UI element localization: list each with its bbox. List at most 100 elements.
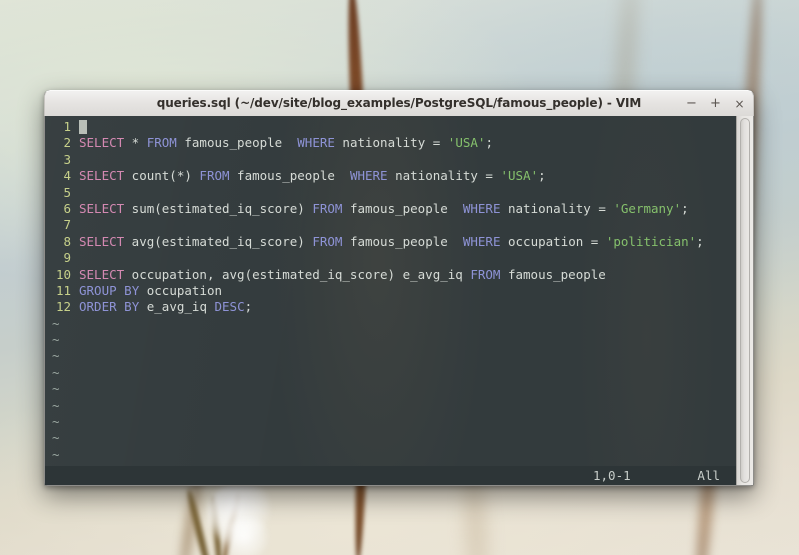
- code-token: BY: [124, 299, 140, 315]
- empty-line-marker-row: ~: [45, 316, 736, 332]
- code-line[interactable]: 2 SELECT * FROM famous_people WHERE natio…: [45, 135, 736, 151]
- maximize-icon[interactable]: +: [709, 97, 722, 111]
- tilde-icon: ~: [52, 332, 60, 348]
- wallpaper-snow-clump-2: [224, 518, 268, 555]
- code-token: ORDER: [79, 299, 117, 315]
- code-line[interactable]: 11 GROUP BY occupation: [45, 283, 736, 299]
- line-number: 1: [63, 119, 71, 134]
- scrollbar-thumb[interactable]: [740, 118, 750, 483]
- code-token: ;: [681, 200, 689, 216]
- code-token: 'Germany': [613, 200, 682, 216]
- empty-line-marker-row: ~: [45, 430, 736, 446]
- code-line[interactable]: 5: [45, 185, 736, 201]
- code-token: FROM: [470, 266, 501, 282]
- line-number: 6: [63, 200, 71, 216]
- code-token: *: [124, 135, 147, 151]
- code-token: famous_people: [176, 135, 298, 151]
- vertical-scrollbar[interactable]: [736, 116, 753, 485]
- code-token: SELECT: [79, 135, 125, 151]
- line-number: 9: [63, 250, 71, 266]
- code-token: SELECT: [79, 168, 125, 184]
- statusline-position: All: [697, 468, 720, 483]
- code-token: FROM: [146, 135, 177, 151]
- window-title: queries.sql (~/dev/site/blog_examples/Po…: [156, 96, 642, 110]
- code-token: occupation: [139, 282, 223, 298]
- vim-statusline: 1,0-1 All: [45, 466, 736, 485]
- window-titlebar[interactable]: queries.sql (~/dev/site/blog_examples/Po…: [44, 90, 754, 116]
- code-token: FROM: [312, 233, 343, 249]
- line-number: 3: [63, 151, 71, 167]
- code-token: SELECT: [79, 200, 125, 216]
- code-token: 'politician': [605, 233, 697, 249]
- statusline-ruler: 1,0-1: [593, 468, 631, 483]
- code-token: WHERE: [462, 233, 501, 249]
- code-token: FROM: [312, 200, 343, 216]
- minimize-icon[interactable]: −: [685, 97, 698, 111]
- code-line[interactable]: 12 ORDER BY e_avg_iq DESC;: [45, 299, 736, 315]
- code-token: occupation, avg(estimated_iq_score) e_av…: [124, 266, 471, 282]
- code-token: DESC: [214, 299, 245, 315]
- empty-line-marker-row: ~: [45, 398, 736, 414]
- empty-line-marker-row: ~: [45, 414, 736, 430]
- code-token: nationality =: [334, 135, 448, 151]
- desktop: queries.sql (~/dev/site/blog_examples/Po…: [0, 0, 799, 555]
- code-token: GROUP: [79, 282, 117, 298]
- code-token: famous_people: [342, 233, 463, 249]
- code-token: SELECT: [79, 266, 125, 282]
- empty-line-marker-row: ~: [45, 365, 736, 381]
- line-number: 12: [55, 299, 71, 315]
- vim-editor-body[interactable]: 1 2 SELECT * FROM famous_people WHERE nati…: [44, 116, 754, 486]
- code-token: occupation =: [500, 233, 606, 249]
- line-number: 2: [63, 135, 71, 151]
- empty-line-marker-row: ~: [45, 348, 736, 364]
- line-number: 11: [55, 282, 71, 298]
- code-token: FROM: [199, 168, 230, 184]
- code-line[interactable]: 4 SELECT count(*) FROM famous_people WHER…: [45, 168, 736, 184]
- code-token: WHERE: [462, 200, 501, 216]
- code-token: 'USA': [447, 135, 486, 151]
- code-line[interactable]: 10 SELECT occupation, avg(estimated_iq_sc…: [45, 267, 736, 283]
- empty-line-marker-row: ~: [45, 381, 736, 397]
- code-token: ;: [244, 299, 253, 315]
- code-token: famous_people: [500, 266, 606, 282]
- tilde-icon: ~: [52, 348, 60, 364]
- code-token: sum(estimated_iq_score): [124, 200, 313, 216]
- code-line[interactable]: 8 SELECT avg(estimated_iq_score) FROM fam…: [45, 234, 736, 250]
- code-token: WHERE: [349, 168, 388, 184]
- line-number: 5: [63, 184, 71, 200]
- code-token: famous_people: [342, 200, 463, 216]
- tilde-icon: ~: [52, 446, 60, 462]
- code-line[interactable]: 3: [45, 152, 736, 168]
- code-token: ;: [696, 233, 704, 249]
- vim-window[interactable]: queries.sql (~/dev/site/blog_examples/Po…: [44, 90, 754, 486]
- line-number: 8: [63, 233, 71, 249]
- empty-line-marker-row: ~: [45, 332, 736, 348]
- code-token: avg(estimated_iq_score): [124, 233, 313, 249]
- code-token: e_avg_iq: [139, 299, 215, 315]
- text-cursor: [79, 120, 87, 134]
- empty-line-marker-row: ~: [45, 447, 736, 463]
- tilde-icon: ~: [52, 414, 60, 430]
- code-token: famous_people: [229, 168, 350, 184]
- code-line[interactable]: 6 SELECT sum(estimated_iq_score) FROM fam…: [45, 201, 736, 217]
- tilde-icon: ~: [52, 315, 60, 331]
- line-number: 7: [63, 217, 71, 233]
- code-token: nationality =: [387, 168, 501, 184]
- code-token: 'USA': [500, 168, 539, 184]
- code-token: ;: [538, 168, 546, 184]
- code-text-area[interactable]: 1 2 SELECT * FROM famous_people WHERE nati…: [45, 116, 736, 485]
- code-token: ;: [485, 135, 493, 151]
- code-token: nationality =: [500, 200, 614, 216]
- code-token: WHERE: [297, 135, 335, 151]
- tilde-icon: ~: [52, 381, 60, 397]
- code-token: count(*): [124, 168, 200, 184]
- code-line[interactable]: 9: [45, 250, 736, 266]
- window-controls: − + ×: [685, 91, 746, 116]
- code-line[interactable]: 7: [45, 217, 736, 233]
- tilde-icon: ~: [52, 430, 60, 446]
- line-number: 10: [55, 266, 71, 282]
- code-line[interactable]: 1: [45, 119, 736, 135]
- code-token: SELECT: [79, 233, 125, 249]
- close-icon[interactable]: ×: [733, 97, 746, 111]
- code-token: BY: [124, 282, 140, 298]
